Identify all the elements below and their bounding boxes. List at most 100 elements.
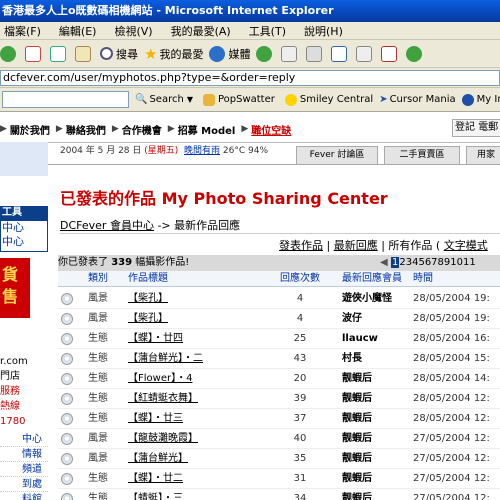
- register-email-box[interactable]: 登記 電郵: [452, 119, 500, 137]
- cursor-mania-button[interactable]: ➤ Cursor Mania: [379, 94, 455, 105]
- print-button[interactable]: [306, 45, 325, 62]
- row-title-link[interactable]: 【蜻蜓】・三: [128, 489, 183, 500]
- refresh-button[interactable]: [50, 45, 69, 62]
- row-title-link[interactable]: 【紅蜻蜓衣舞】: [128, 389, 198, 409]
- header-category: 類別: [88, 273, 108, 284]
- weather-link[interactable]: 晚間有雨: [184, 146, 220, 156]
- toolbar: 搜尋 ★ 我的最愛 媒體: [0, 40, 500, 68]
- shop-info-line: 門店: [0, 371, 20, 382]
- row-replies: 4: [296, 293, 304, 304]
- row-category: 風景: [88, 293, 108, 304]
- edit-button[interactable]: [331, 45, 350, 62]
- sidebar-tools-link[interactable]: 中心: [2, 221, 47, 235]
- sidebar-menu-item[interactable]: 料館: [0, 492, 48, 500]
- main-content: 已發表的作品 My Photo Sharing Center DCFever 會…: [48, 164, 500, 500]
- subnav-published[interactable]: 發表作品: [279, 239, 323, 252]
- row-title-link[interactable]: 【蝶】・廿四: [128, 329, 183, 349]
- menu-edit[interactable]: 編輯(E): [59, 23, 97, 39]
- reply-icon: [61, 353, 73, 365]
- favorites-button[interactable]: ★ 我的最愛: [144, 45, 203, 63]
- nav-model[interactable]: ▶ 招募 Model: [168, 122, 236, 137]
- row-replies: 35: [293, 453, 307, 464]
- home-button[interactable]: [75, 45, 94, 62]
- row-title-link[interactable]: 【蝶】・廿二: [128, 469, 183, 489]
- plugin-search-button[interactable]: 🔍 Search ▼: [135, 94, 193, 105]
- tab-forum[interactable]: Fever 討論區: [296, 146, 378, 164]
- row-title-link[interactable]: 【柴孔】: [128, 309, 168, 329]
- page-links[interactable]: 234567891011: [399, 257, 475, 268]
- research-button[interactable]: [406, 45, 425, 62]
- mail-button[interactable]: [281, 45, 300, 62]
- home-icon: [75, 45, 91, 62]
- page-prev-icon[interactable]: ◀: [380, 255, 388, 271]
- discuss-button[interactable]: [381, 45, 400, 62]
- mail-icon: [281, 45, 298, 62]
- breadcrumb-member-center[interactable]: DCFever 會員中心: [60, 219, 154, 232]
- row-time: 28/05/2004 12:: [413, 413, 490, 424]
- row-title-link[interactable]: 【Flower】・4: [128, 369, 192, 389]
- menu-tools[interactable]: 工具(T): [249, 23, 286, 39]
- table-row: 生態 【蒲台鮮光】・二 43 村長 28/05/2004 15:: [58, 349, 500, 369]
- my-info-label: My Info: [476, 94, 500, 105]
- reply-icon: [61, 473, 73, 485]
- smiley-central-button[interactable]: Smiley Central: [284, 93, 374, 106]
- row-category: 生態: [88, 393, 108, 404]
- sidebar-ad-banner[interactable]: 貨 售: [0, 258, 30, 318]
- table-row: 風景 【柴孔】 4 遊俠小魔怪 28/05/2004 19:: [58, 289, 500, 309]
- forward-button[interactable]: [0, 45, 19, 62]
- sidebar-menu-item[interactable]: 情報: [0, 447, 48, 462]
- reply-icon: [61, 393, 73, 405]
- favorites-label: 我的最愛: [159, 47, 204, 61]
- media-button[interactable]: 媒體: [209, 45, 250, 62]
- nav-jobs[interactable]: ▶ 職位空缺: [241, 122, 291, 137]
- sidebar-menu-item[interactable]: 中心: [0, 432, 48, 447]
- shop-info-line: r.com: [0, 356, 28, 367]
- tab-market[interactable]: 二手買賣區: [384, 146, 460, 164]
- smiley-central-label: Smiley Central: [299, 94, 374, 105]
- row-category: 生態: [88, 333, 108, 344]
- row-title-link[interactable]: 【蒲台鮮光】・二: [128, 349, 203, 369]
- sidebar-tools-link[interactable]: 中心: [2, 235, 47, 249]
- address-input[interactable]: dcfever.com/user/myphotos.php?type=&orde…: [0, 70, 500, 86]
- row-title-link[interactable]: 【蝶】・廿三: [128, 409, 183, 429]
- current-date: 2004 年 5 月 28 日: [60, 146, 142, 156]
- reply-icon: [61, 493, 73, 500]
- plugin-search-input[interactable]: [2, 91, 129, 108]
- popswatter-button[interactable]: PopSwatter: [202, 93, 275, 106]
- stop-button[interactable]: [25, 45, 44, 62]
- sidebar-menu-item[interactable]: 頻道: [0, 462, 48, 477]
- messenger-button[interactable]: [356, 45, 375, 62]
- nav-contact[interactable]: ▶ 聯絡我們: [56, 122, 106, 137]
- row-title-link[interactable]: 【蒲台鮮光】: [128, 449, 188, 469]
- reply-icon: [61, 413, 73, 425]
- search-icon: [100, 47, 113, 60]
- sidebar-menu-item[interactable]: 到處: [0, 477, 48, 492]
- tab-users[interactable]: 用家: [466, 146, 500, 164]
- row-title-link[interactable]: 【柴孔】: [128, 289, 168, 309]
- row-title-link[interactable]: 【龍鼓灘晚霞】: [128, 429, 198, 449]
- search-button[interactable]: 搜尋: [100, 46, 138, 62]
- menu-help[interactable]: 說明(H): [304, 23, 343, 39]
- row-member: 靓蝦后: [342, 433, 372, 444]
- my-info-button[interactable]: My Info: [461, 93, 500, 106]
- menu-favorites[interactable]: 我的最愛(A): [171, 23, 231, 39]
- row-member: 靓蝦后: [342, 453, 372, 464]
- subnav-text-mode[interactable]: 文字模式: [444, 239, 488, 252]
- subnav-latest-reply[interactable]: 最新回應: [334, 239, 378, 252]
- nav-partnership[interactable]: ▶ 合作機會: [112, 122, 162, 137]
- reply-icon: [61, 373, 73, 385]
- triangle-right-icon: ▶: [167, 124, 175, 134]
- history-button[interactable]: [256, 45, 275, 62]
- sub-nav: 發表作品 | 最新回應 | 所有作品 ( 文字模式: [279, 239, 488, 252]
- header-replies: 回應次數: [280, 273, 320, 284]
- row-replies: 43: [293, 353, 307, 364]
- row-time: 27/05/2004 12:: [413, 493, 490, 500]
- reply-icon: [61, 333, 73, 345]
- nav-about[interactable]: ▶ 關於我們: [0, 122, 50, 137]
- menu-file[interactable]: 檔案(F): [4, 23, 41, 39]
- shop-info-line: 熱線: [0, 401, 20, 412]
- menu-view[interactable]: 檢視(V): [114, 23, 152, 39]
- page-title: 已發表的作品 My Photo Sharing Center: [60, 189, 388, 208]
- nav-model-label: 招募 Model: [177, 125, 236, 137]
- sidebar-shop-info: r.com 門店 服務 熱線 1780: [0, 354, 48, 429]
